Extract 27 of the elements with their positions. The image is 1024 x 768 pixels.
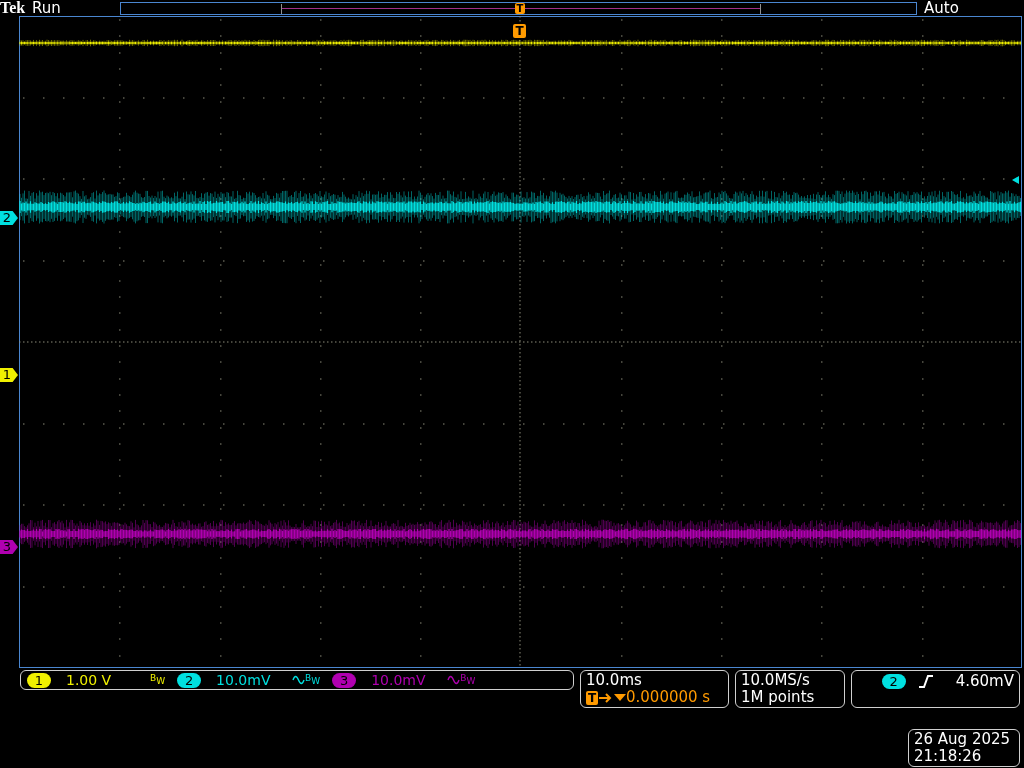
rising-edge-icon (917, 673, 934, 689)
horizontal-scale: 10.0ms (586, 672, 643, 689)
record-length: 1M points (741, 689, 816, 706)
trigger-level-arrow-icon (1012, 176, 1020, 184)
channel-marker[interactable]: 1 (0, 368, 18, 382)
date: 26 Aug 2025 (914, 731, 1012, 748)
acquisition-state: Run (32, 0, 62, 16)
trigger-marker: T (586, 690, 598, 705)
channel-badge[interactable]: 2 (177, 672, 202, 688)
horizontal-position: 0.000000 s (626, 689, 711, 706)
channel-badge[interactable]: 1 (27, 672, 51, 688)
time: 21:18:26 (914, 748, 983, 765)
ac-coupling-icon (292, 674, 306, 686)
sample-rate: 10.0MS/s (741, 672, 811, 689)
trigger-position-marker: T (515, 2, 525, 14)
ac-coupling-icon (447, 674, 461, 686)
vertical-scale: 10.0mV (371, 672, 427, 688)
vertical-scale: 10.0mV (216, 672, 272, 688)
triangle-down-icon (614, 693, 626, 702)
trigger-position-marker: T (513, 24, 526, 38)
trigger-level: 4.60mV (955, 672, 1014, 690)
vertical-scale: 1.00 V (66, 672, 113, 688)
arrow-right-icon (599, 692, 613, 703)
brand-logo: Tek (0, 0, 27, 16)
trigger-mode: Auto (924, 0, 959, 16)
channel-marker[interactable]: 2 (0, 211, 18, 225)
trigger-source-badge: 2 (881, 673, 906, 689)
